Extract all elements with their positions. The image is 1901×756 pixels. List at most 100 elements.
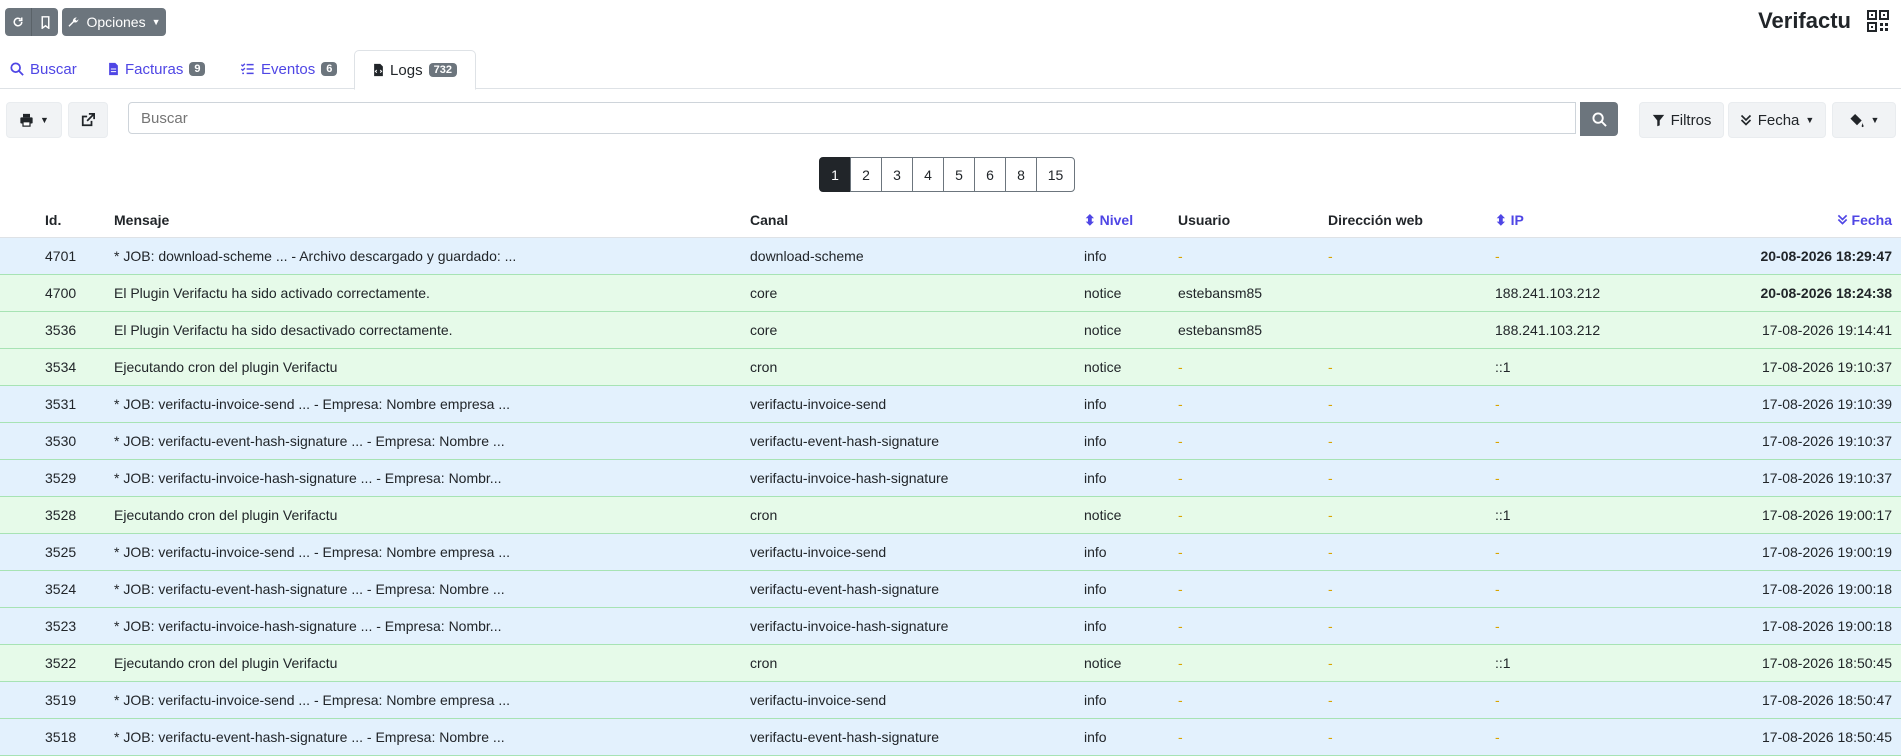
qr-code-icon[interactable]	[1867, 10, 1889, 32]
caret-down-icon: ▼	[1870, 115, 1880, 125]
row-channel: verifactu-event-hash-signature	[750, 729, 940, 745]
row-web-address: -	[1328, 544, 1333, 560]
print-icon	[20, 113, 33, 127]
column-header-level[interactable]: ⬍ Nivel	[1084, 212, 1133, 229]
tab-eventos[interactable]: Eventos 6	[240, 50, 338, 88]
table-row[interactable]: 3528 Ejecutando cron del plugin Verifactu…	[0, 497, 1901, 534]
row-ip: -	[1495, 396, 1500, 412]
open-external-button[interactable]	[68, 102, 108, 138]
page-button[interactable]: 6	[974, 157, 1006, 192]
bookmark-icon	[41, 15, 49, 29]
column-header-web[interactable]: Dirección web	[1328, 212, 1423, 228]
column-header-message[interactable]: Mensaje	[114, 212, 169, 228]
row-message: El Plugin Verifactu ha sido desactivado …	[114, 322, 453, 338]
color-rows-button[interactable]: ▼	[1832, 102, 1896, 138]
options-button[interactable]: Opciones ▼	[62, 8, 166, 36]
tab-buscar[interactable]: Buscar	[10, 50, 77, 88]
search-input[interactable]	[128, 102, 1576, 134]
row-channel: verifactu-event-hash-signature	[750, 581, 940, 597]
table-row[interactable]: 3530 * JOB: verifactu-event-hash-signatur…	[0, 423, 1901, 460]
tab-logs[interactable]: Logs 732	[354, 50, 476, 90]
row-ip: ::1	[1495, 655, 1511, 671]
row-message: * JOB: verifactu-event-hash-signature ..…	[114, 433, 505, 449]
row-id: 3529	[45, 470, 77, 486]
print-button[interactable]: ▼	[6, 102, 62, 138]
table-row[interactable]: 3525 * JOB: verifactu-invoice-send ... - …	[0, 534, 1901, 571]
row-ip: ::1	[1495, 359, 1511, 375]
column-header-channel[interactable]: Canal	[750, 212, 788, 228]
row-level: notice	[1084, 285, 1122, 301]
filters-button[interactable]: Filtros	[1639, 102, 1724, 138]
column-header-id[interactable]: Id.	[45, 212, 61, 228]
double-chevron-down-icon	[1740, 114, 1751, 126]
filters-label: Filtros	[1670, 111, 1712, 129]
page-button[interactable]: 2	[850, 157, 882, 192]
row-level: info	[1084, 396, 1107, 412]
row-user: estebansm85	[1178, 285, 1263, 301]
row-id: 3519	[45, 692, 77, 708]
double-chevron-down-icon	[1837, 214, 1847, 225]
row-user: -	[1178, 470, 1183, 486]
row-user: -	[1178, 248, 1183, 264]
row-message: * JOB: verifactu-event-hash-signature ..…	[114, 729, 505, 745]
row-web-address: -	[1328, 655, 1333, 671]
table-row[interactable]: 3522 Ejecutando cron del plugin Verifactu…	[0, 645, 1901, 682]
row-channel: verifactu-invoice-hash-signature	[750, 618, 949, 634]
row-channel: core	[750, 322, 778, 338]
row-level: notice	[1084, 655, 1122, 671]
page-button[interactable]: 1	[819, 157, 851, 192]
table-row[interactable]: 3523 * JOB: verifactu-invoice-hash-signat…	[0, 608, 1901, 645]
search-icon	[10, 62, 24, 76]
page-button[interactable]: 3	[881, 157, 913, 192]
row-id: 3525	[45, 544, 77, 560]
row-ip: -	[1495, 248, 1500, 264]
row-web-address: -	[1328, 359, 1333, 375]
row-channel: core	[750, 285, 778, 301]
row-message: * JOB: verifactu-event-hash-signature ..…	[114, 581, 505, 597]
reload-button[interactable]	[5, 8, 31, 36]
file-code-icon	[374, 63, 383, 77]
table-row[interactable]: 3519 * JOB: verifactu-invoice-send ... - …	[0, 682, 1901, 719]
row-id: 3534	[45, 359, 77, 375]
page-button[interactable]: 8	[1005, 157, 1037, 192]
table-row[interactable]: 3529 * JOB: verifactu-invoice-hash-signat…	[0, 460, 1901, 497]
row-level: notice	[1084, 322, 1122, 338]
row-message: Ejecutando cron del plugin Verifactu	[114, 655, 338, 671]
search-button[interactable]	[1580, 102, 1618, 136]
table-row[interactable]: 3536 El Plugin Verifactu ha sido desactiv…	[0, 312, 1901, 349]
date-sort-button[interactable]: Fecha ▼	[1728, 102, 1826, 138]
row-channel: verifactu-invoice-send	[750, 692, 887, 708]
table-row[interactable]: 3518 * JOB: verifactu-event-hash-signatur…	[0, 719, 1901, 756]
date-label: Fecha	[1757, 111, 1800, 129]
column-header-date[interactable]: Fecha	[1837, 212, 1892, 228]
table-row[interactable]: 4701 * JOB: download-scheme ... - Archivo…	[0, 238, 1901, 275]
row-level: info	[1084, 248, 1107, 264]
row-date: 17-08-2026 19:00:19	[1762, 544, 1892, 560]
row-user: -	[1178, 692, 1183, 708]
column-header-user[interactable]: Usuario	[1178, 212, 1230, 228]
page-button[interactable]: 5	[943, 157, 975, 192]
table-row[interactable]: 3524 * JOB: verifactu-event-hash-signatur…	[0, 571, 1901, 608]
table-row[interactable]: 4700 El Plugin Verifactu ha sido activado…	[0, 275, 1901, 312]
row-ip: -	[1495, 544, 1500, 560]
table-row[interactable]: 3534 Ejecutando cron del plugin Verifactu…	[0, 349, 1901, 386]
row-message: Ejecutando cron del plugin Verifactu	[114, 507, 338, 523]
invoice-icon	[109, 62, 118, 76]
row-channel: verifactu-invoice-hash-signature	[750, 470, 949, 486]
row-message: El Plugin Verifactu ha sido activado cor…	[114, 285, 430, 301]
row-user: -	[1178, 618, 1183, 634]
tab-bar: Buscar Facturas 9 Eventos 6 Logs 732	[0, 50, 1901, 90]
row-ip: -	[1495, 692, 1500, 708]
table-row[interactable]: 3531 * JOB: verifactu-invoice-send ... - …	[0, 386, 1901, 423]
page-button[interactable]: 15	[1036, 157, 1075, 192]
row-user: -	[1178, 396, 1183, 412]
row-user: -	[1178, 359, 1183, 375]
bookmark-button[interactable]	[31, 8, 58, 36]
row-date: 17-08-2026 19:00:17	[1762, 507, 1892, 523]
column-header-ip[interactable]: ⬍ IP	[1495, 212, 1524, 229]
tab-facturas[interactable]: Facturas 9	[108, 50, 206, 88]
row-date: 17-08-2026 19:10:37	[1762, 433, 1892, 449]
row-level: info	[1084, 544, 1107, 560]
wrench-icon	[68, 17, 79, 27]
page-button[interactable]: 4	[912, 157, 944, 192]
